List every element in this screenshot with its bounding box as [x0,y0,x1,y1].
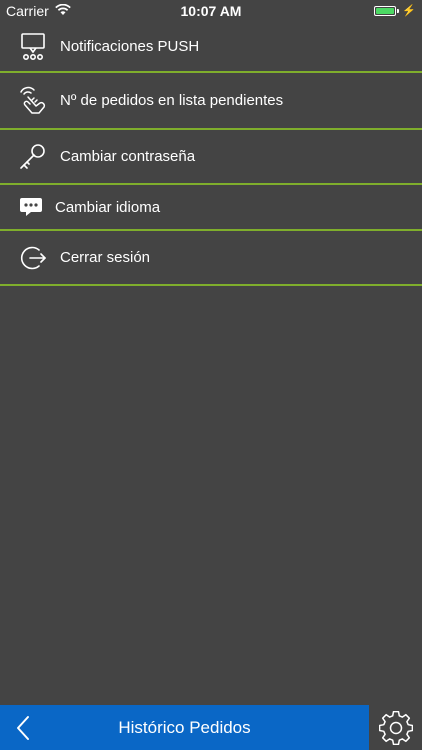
bottom-nav-main: Histórico Pedidos [0,705,369,750]
chat-bubble-icon [16,192,46,222]
menu-item-label: Cerrar sesión [60,249,151,266]
battery-tip [397,8,400,13]
status-time: 10:07 AM [180,3,242,19]
back-button[interactable] [10,713,36,743]
logout-icon [18,243,48,273]
push-notification-icon [18,32,48,62]
bottom-title: Histórico Pedidos [118,717,251,737]
key-icon [18,142,48,172]
battery-icon [374,5,397,16]
menu-item-change-language[interactable]: Cambiar idioma [0,185,422,231]
status-right: ⚡ [374,4,416,17]
menu-item-label: Cambiar contraseña [60,148,196,165]
menu-item-change-password[interactable]: Cambiar contraseña [0,130,422,185]
charging-bolt-icon: ⚡ [402,5,416,17]
menu-item-logout[interactable]: Cerrar sesión [0,231,422,286]
menu-item-label: Nº de pedidos en lista pendientes [60,92,284,109]
menu-item-pending-orders[interactable]: Nº de pedidos en lista pendientes [0,73,422,130]
bottom-bar: Histórico Pedidos [0,705,422,750]
chevron-left-icon [17,716,29,740]
gear-icon [378,710,413,745]
settings-menu: Notificaciones PUSH Nº de pedidos en lis… [0,22,422,286]
menu-item-label: Cambiar idioma [55,198,161,216]
menu-item-label: Notificaciones PUSH [60,38,200,55]
menu-item-push-notifications[interactable]: Notificaciones PUSH [0,22,422,73]
battery-fill [376,7,395,14]
status-bar: Carrier 10:07 AM ⚡ [0,0,422,22]
touch-gesture-icon [18,86,48,116]
settings-button[interactable] [369,705,422,750]
